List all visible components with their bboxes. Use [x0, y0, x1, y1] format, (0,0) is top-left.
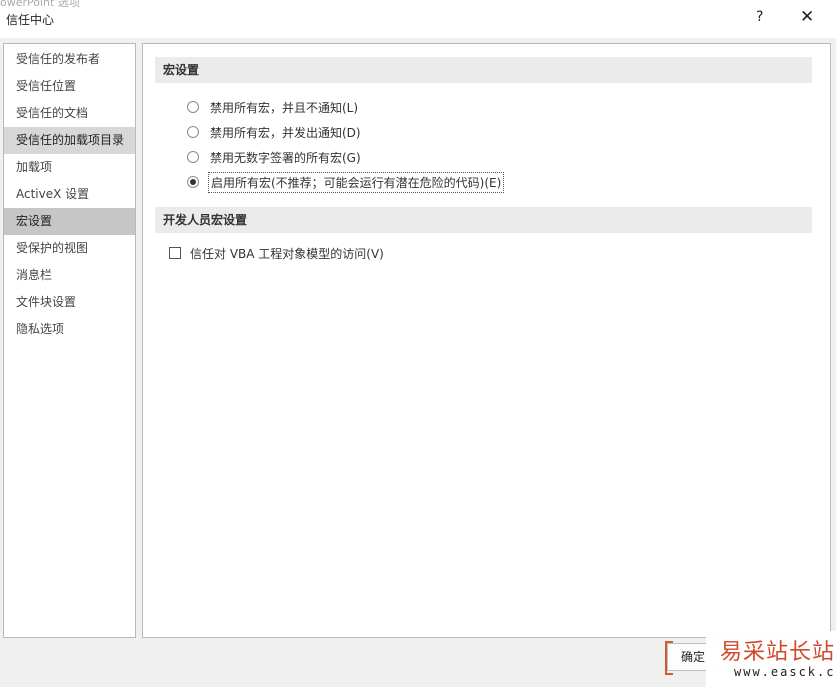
sidebar-item-message-bar[interactable]: 消息栏 [4, 262, 135, 289]
site-watermark: 易采站长站 www.easck.com [706, 631, 836, 687]
sidebar-item-addins[interactable]: 加载项 [4, 154, 135, 181]
sidebar-item-protected-view[interactable]: 受保护的视图 [4, 235, 135, 262]
watermark-title: 易采站长站 [720, 640, 836, 665]
sidebar-item-trusted-addin-catalogs[interactable]: 受信任的加载项目录 [4, 127, 135, 154]
watermark-url: www.easck.com [734, 665, 836, 679]
settings-panel: 宏设置 禁用所有宏，并且不通知(L) 禁用所有宏，并发出通知(D) 禁用无数字签… [142, 43, 831, 638]
radio-button-selected[interactable] [187, 176, 199, 188]
sidebar-item-trusted-publishers[interactable]: 受信任的发布者 [4, 46, 135, 73]
radio-label: 启用所有宏(不推荐；可能会运行有潜在危险的代码)(E) [208, 171, 505, 193]
macro-option-disable-with-notify[interactable]: 禁用所有宏，并发出通知(D) [187, 122, 363, 142]
macro-option-enable-all[interactable]: 启用所有宏(不推荐；可能会运行有潜在危险的代码)(E) [187, 171, 505, 193]
radio-label: 禁用所有宏，并且不通知(L) [210, 100, 359, 115]
sidebar-item-activex-settings[interactable]: ActiveX 设置 [4, 181, 135, 208]
radio-button[interactable] [187, 101, 199, 113]
radio-button[interactable] [187, 151, 199, 163]
title-bar: owerPoint 选项 信任中心 ? ✕ [0, 0, 836, 38]
sidebar-item-trusted-locations[interactable]: 受信任位置 [4, 73, 135, 100]
radio-label: 禁用所有宏，并发出通知(D) [210, 125, 361, 140]
radio-label: 禁用无数字签署的所有宏(G) [210, 150, 361, 165]
dialog-title: 信任中心 [6, 13, 55, 27]
checkbox-label: 信任对 VBA 工程对象模型的访问(V) [190, 246, 384, 261]
macro-option-disable-no-notify[interactable]: 禁用所有宏，并且不通知(L) [187, 97, 360, 117]
radio-button[interactable] [187, 126, 199, 138]
sidebar-item-privacy-options[interactable]: 隐私选项 [4, 316, 135, 343]
sidebar-item-file-block-settings[interactable]: 文件块设置 [4, 289, 135, 316]
macro-settings-header: 宏设置 [155, 57, 812, 83]
sidebar-item-trusted-documents[interactable]: 受信任的文档 [4, 100, 135, 127]
background-window-title: owerPoint 选项 [0, 0, 80, 9]
macro-option-disable-unsigned[interactable]: 禁用无数字签署的所有宏(G) [187, 147, 363, 167]
trust-vba-access-option[interactable]: 信任对 VBA 工程对象模型的访问(V) [169, 243, 384, 263]
help-icon[interactable]: ? [756, 9, 763, 25]
trust-vba-checkbox[interactable] [169, 247, 181, 259]
developer-macro-settings-header: 开发人员宏设置 [155, 207, 812, 233]
sidebar-nav: 受信任的发布者 受信任位置 受信任的文档 受信任的加载项目录 加载项 Activ… [3, 43, 136, 638]
close-icon[interactable]: ✕ [800, 7, 814, 27]
sidebar-item-macro-settings[interactable]: 宏设置 [4, 208, 135, 235]
